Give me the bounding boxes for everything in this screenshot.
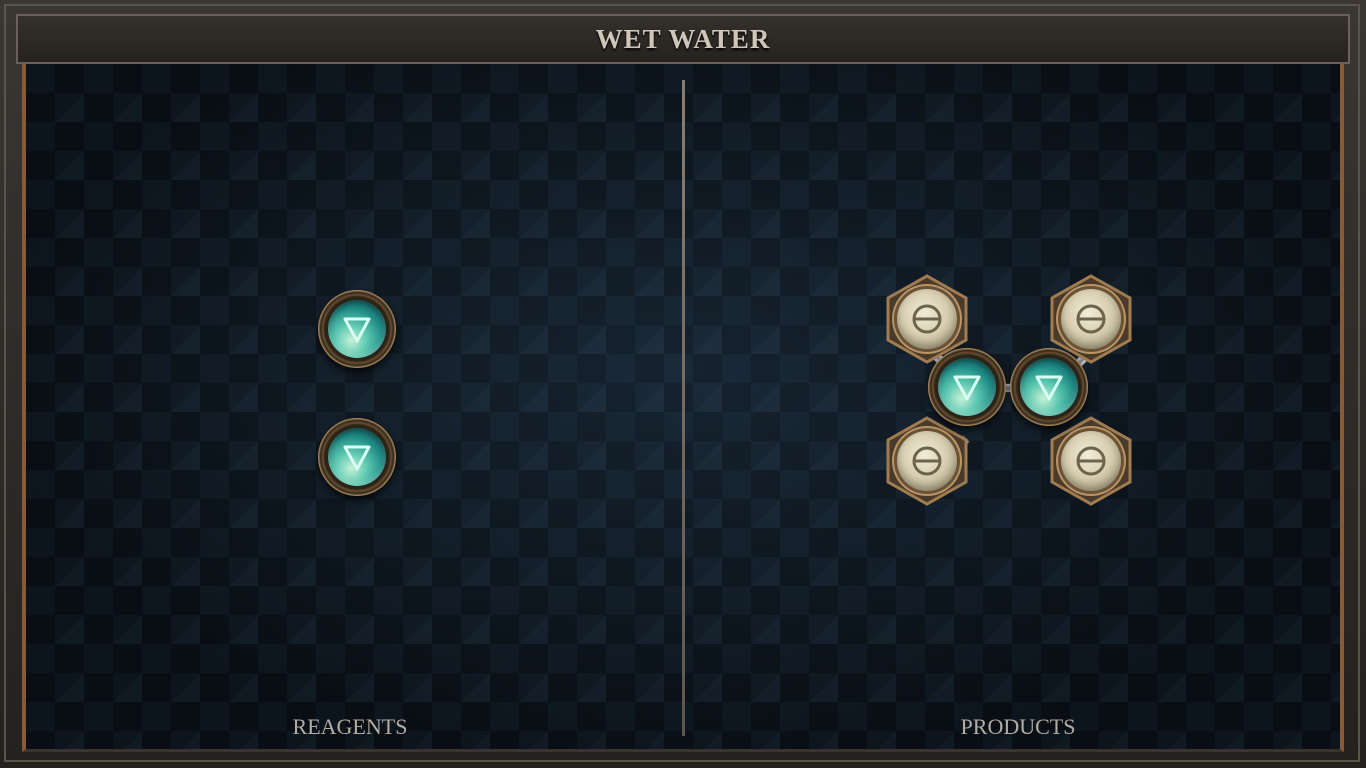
reagent-water-atom-1[interactable] — [318, 290, 396, 368]
salt-circle-icon — [1076, 304, 1106, 334]
reagents-label: REAGENTS — [292, 714, 408, 739]
product-water-atom-1 — [928, 348, 1006, 426]
product-salt-atom — [1050, 416, 1132, 506]
puzzle-title: WET WATER — [595, 23, 771, 54]
title-bar: WET WATER — [16, 14, 1350, 64]
product-salt-atom — [886, 274, 968, 364]
reagent-water-atom-2[interactable] — [318, 418, 396, 496]
water-triangle-icon — [343, 445, 371, 471]
water-triangle-icon — [953, 375, 981, 401]
salt-circle-icon — [912, 304, 942, 334]
products-label: PRODUCTS — [960, 714, 1076, 739]
salt-circle-icon — [912, 446, 942, 476]
water-triangle-icon — [1035, 375, 1063, 401]
panel-divider — [682, 80, 685, 736]
window-frame: WET WATER REAGENTS PRODUCTS — [0, 0, 1366, 768]
salt-circle-icon — [1076, 446, 1106, 476]
product-water-atom-2 — [1010, 348, 1088, 426]
product-salt-atom — [1050, 274, 1132, 364]
water-triangle-icon — [343, 317, 371, 343]
product-salt-atom — [886, 416, 968, 506]
